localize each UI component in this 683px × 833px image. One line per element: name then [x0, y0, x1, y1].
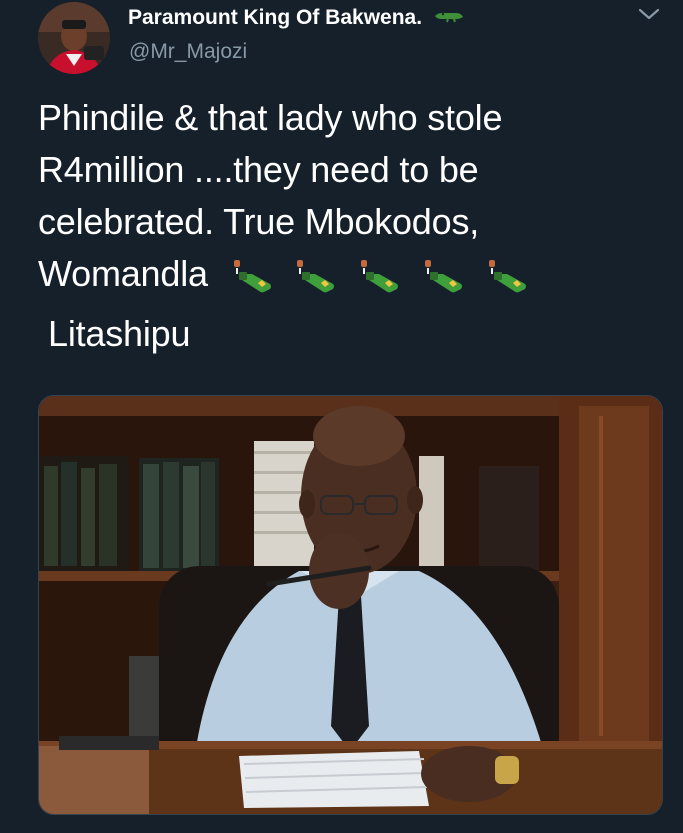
bottle-with-popping-cork-icon — [361, 260, 399, 293]
bottle-with-popping-cork-icon — [233, 260, 271, 293]
crocodile-icon — [434, 6, 464, 30]
chevron-down-icon[interactable] — [636, 4, 662, 24]
display-name[interactable]: Paramount King Of Bakwena. — [128, 6, 464, 30]
tweet-photo[interactable] — [38, 395, 663, 815]
tweet-text: Phindile & that lady who stole R4million… — [38, 92, 638, 360]
emoji-row — [228, 256, 537, 308]
tweet-text-line: R4million ....they need to be — [38, 149, 479, 190]
avatar[interactable] — [38, 2, 110, 74]
tweet-text-line: celebrated. True Mbokodos, — [38, 201, 480, 242]
tweet-text-line-with-emoji: Womandla — [38, 248, 638, 308]
bottle-with-popping-cork-icon — [297, 260, 335, 293]
photo-man-reading-document — [39, 396, 662, 814]
bottle-with-popping-cork-icon — [488, 260, 526, 293]
user-handle[interactable]: @Mr_Majozi — [129, 40, 247, 64]
bottle-with-popping-cork-icon — [425, 260, 463, 293]
display-name-text: Paramount King Of Bakwena. — [128, 6, 423, 29]
tweet-text-line: Litashipu — [48, 313, 191, 354]
tweet[interactable]: Paramount King Of Bakwena. @Mr_Majozi Ph… — [0, 0, 683, 833]
tweet-text-fragment: Womandla — [38, 253, 208, 294]
avatar-image — [38, 2, 110, 74]
tweet-text-line: Phindile & that lady who stole — [38, 97, 503, 138]
